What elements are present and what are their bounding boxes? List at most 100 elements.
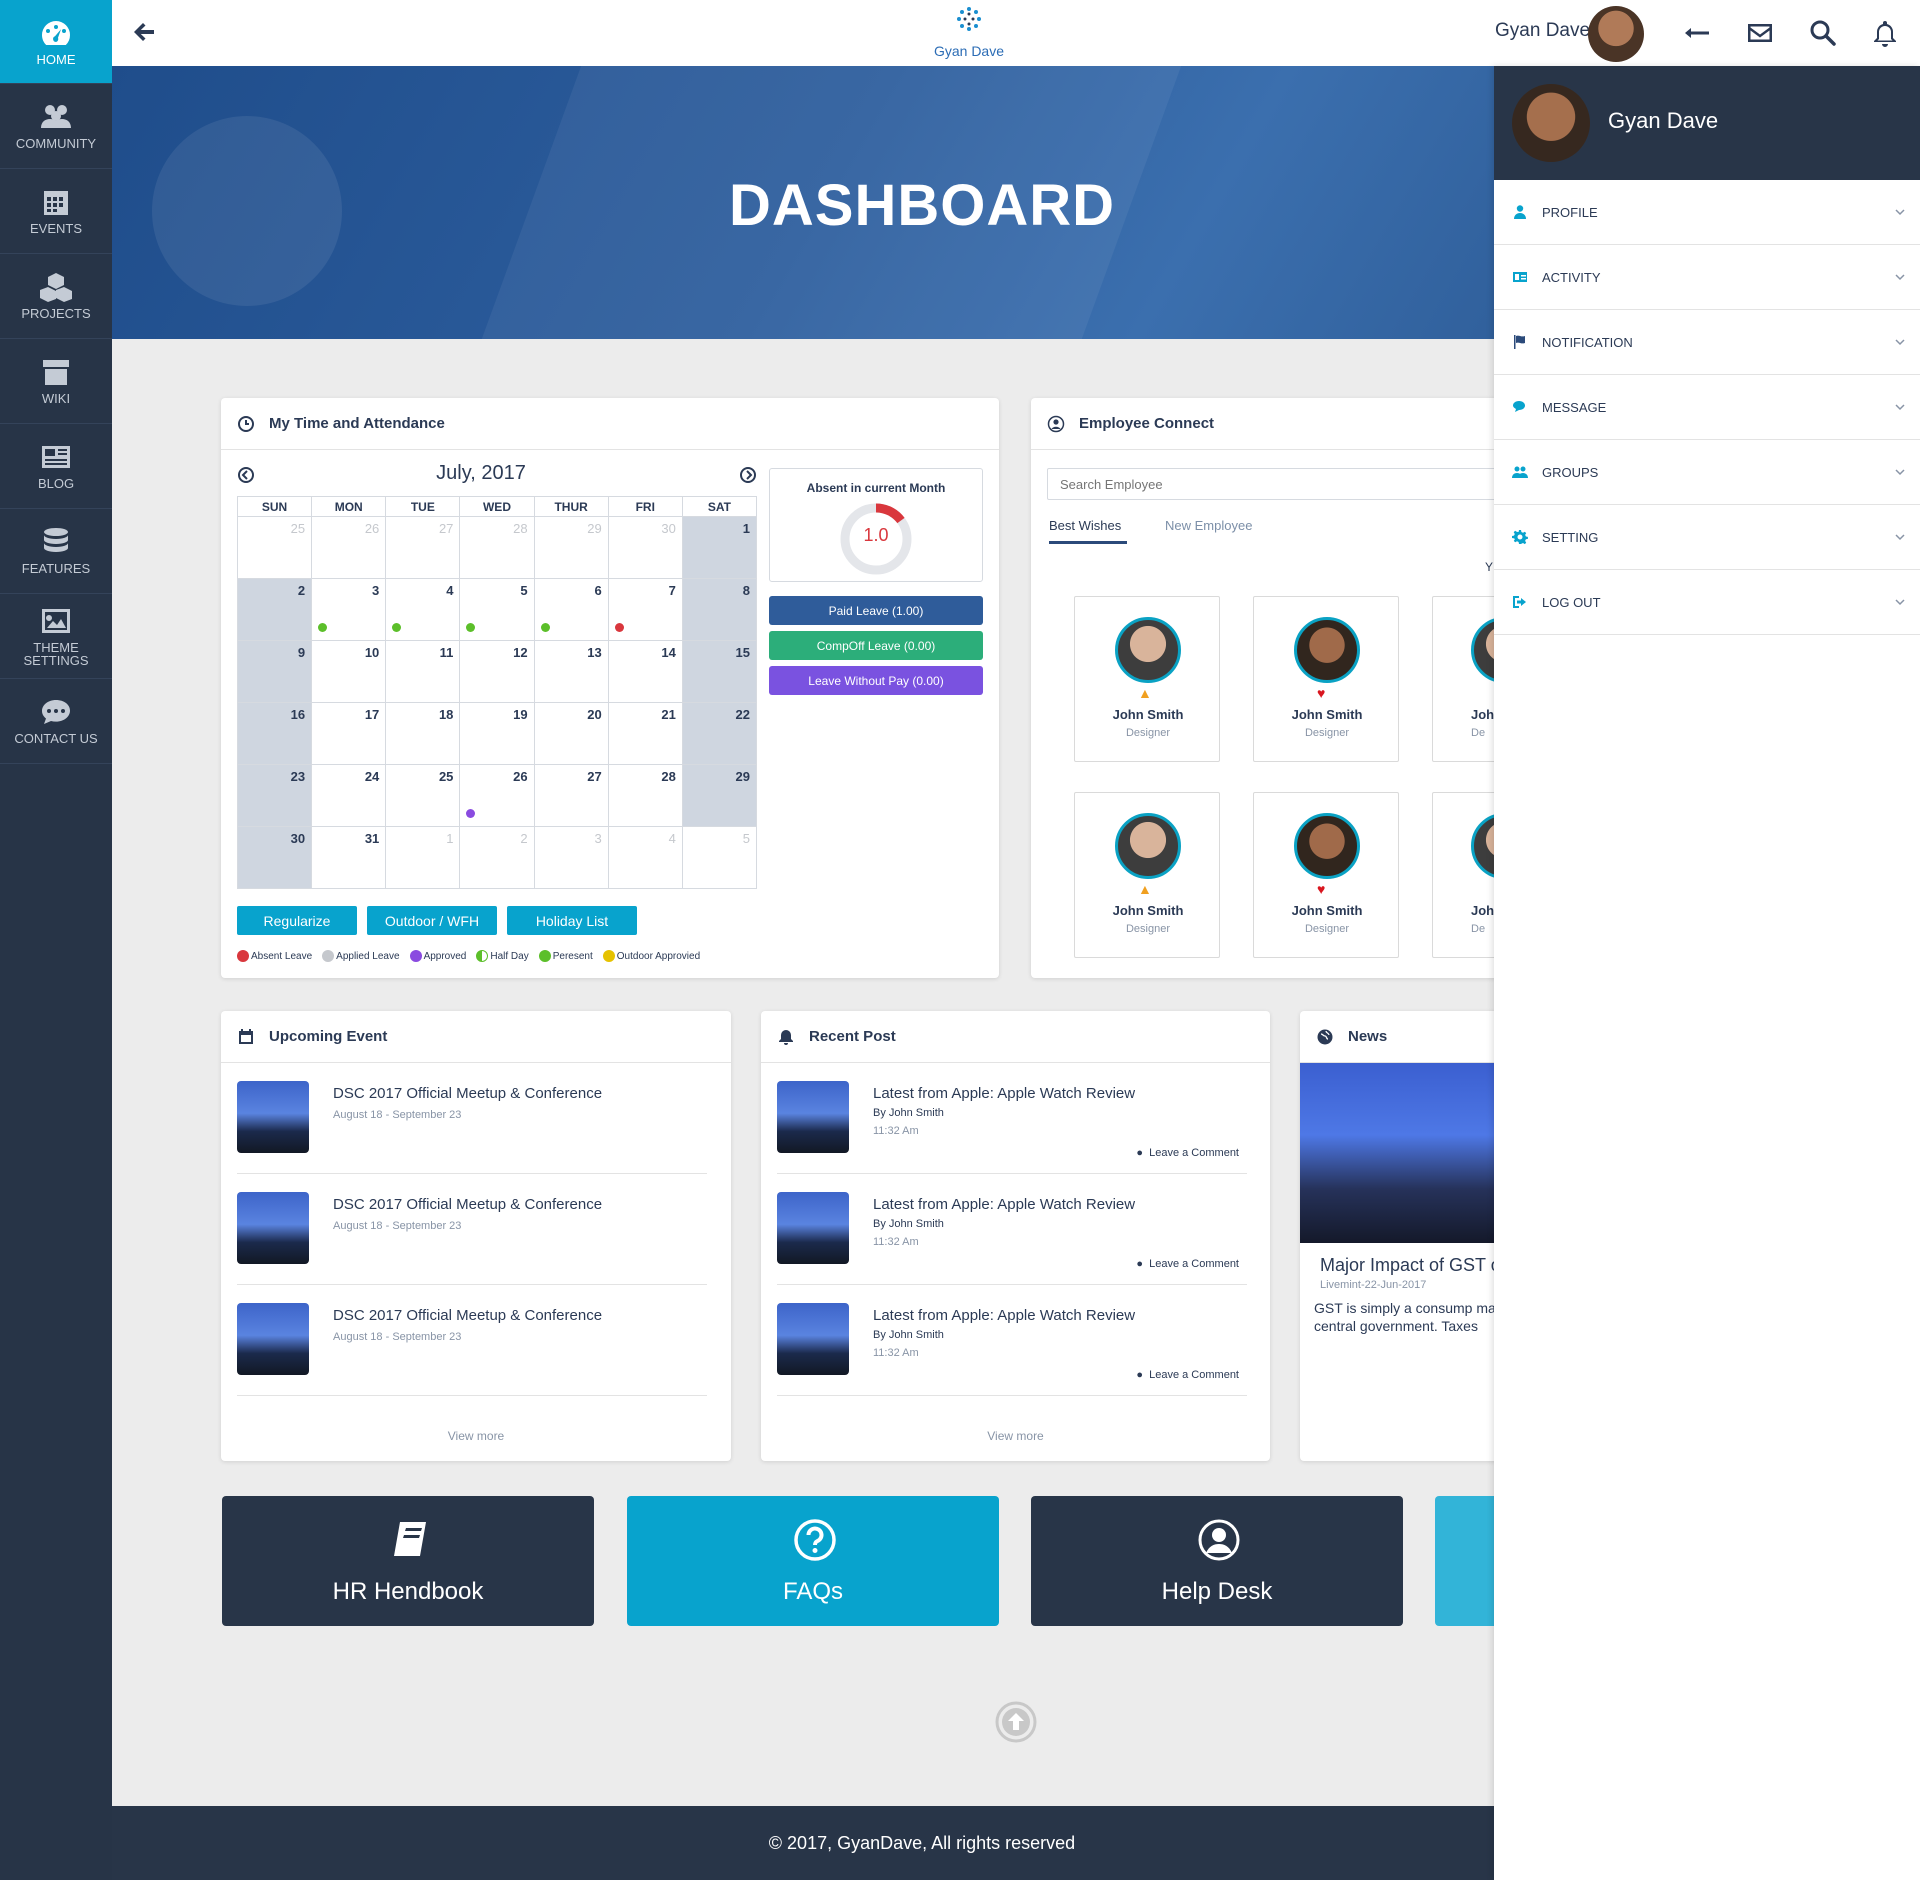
calendar-day[interactable]: 17 <box>311 702 387 765</box>
event-title[interactable]: DSC 2017 Official Meetup & Conference <box>333 1196 602 1213</box>
panel-item-profile[interactable]: PROFILE <box>1494 180 1920 245</box>
help-desk-tile[interactable]: Help Desk <box>1031 1496 1403 1626</box>
paid-leave-button[interactable]: Paid Leave (1.00) <box>769 596 983 625</box>
calendar-day[interactable]: 26 <box>459 764 535 827</box>
outdoor-wfh-button[interactable]: Outdoor / WFH <box>367 906 497 935</box>
scroll-to-top-icon[interactable] <box>994 1700 1038 1744</box>
calendar-day[interactable]: 1 <box>681 516 758 579</box>
calendar-day[interactable]: 8 <box>681 578 758 641</box>
leave-comment-link[interactable]: ● Leave a Comment <box>1136 1369 1239 1381</box>
calendar-day[interactable]: 14 <box>607 640 683 703</box>
calendar-day[interactable]: 26 <box>311 516 387 579</box>
employee-card[interactable]: ▲ John Smith Designer <box>1074 596 1220 762</box>
avatar[interactable] <box>1512 84 1590 162</box>
calendar-day[interactable]: 19 <box>459 702 535 765</box>
sidebar-item-blog[interactable]: BLOG <box>0 424 112 509</box>
calendar-day[interactable]: 1 <box>385 826 461 889</box>
panel-item-message[interactable]: MESSAGE <box>1494 375 1920 440</box>
employee-card[interactable]: ▲ John Smith Designer <box>1074 792 1220 958</box>
calendar-day[interactable]: 20 <box>533 702 609 765</box>
calendar-day[interactable]: 18 <box>385 702 461 765</box>
holiday-list-button[interactable]: Holiday List <box>507 906 637 935</box>
calendar-day[interactable]: 3 <box>533 826 609 889</box>
sidebar-item-community[interactable]: COMMUNITY <box>0 84 112 169</box>
event-item[interactable]: DSC 2017 Official Meetup & Conference Au… <box>237 1063 707 1174</box>
calendar-day[interactable]: 22 <box>681 702 758 765</box>
calendar-day[interactable]: 4 <box>385 578 461 641</box>
event-item[interactable]: DSC 2017 Official Meetup & Conference Au… <box>237 1174 707 1285</box>
search-icon[interactable] <box>1808 18 1838 48</box>
calendar-day[interactable]: 15 <box>681 640 758 703</box>
calendar-day[interactable]: 21 <box>607 702 683 765</box>
bell-icon[interactable] <box>1870 18 1900 48</box>
sidebar-item-theme-settings[interactable]: THEME SETTINGS <box>0 594 112 679</box>
post-title[interactable]: Latest from Apple: Apple Watch Review <box>873 1307 1135 1324</box>
leave-comment-link[interactable]: ● Leave a Comment <box>1136 1258 1239 1270</box>
tab-new-employee[interactable]: New Employee <box>1165 518 1252 533</box>
search-employee-input[interactable] <box>1047 468 1547 500</box>
avatar[interactable] <box>1588 6 1644 62</box>
calendar-day[interactable]: 2 <box>236 578 313 641</box>
calendar-day[interactable]: 24 <box>311 764 387 827</box>
panel-item-activity[interactable]: ACTIVITY <box>1494 245 1920 310</box>
post-item[interactable]: Latest from Apple: Apple Watch Review By… <box>777 1285 1247 1396</box>
logo[interactable]: Gyan Dave <box>924 6 1014 59</box>
calendar-day[interactable]: 23 <box>236 764 313 827</box>
calendar-day[interactable]: 30 <box>236 826 313 889</box>
compoff-leave-button[interactable]: CompOff Leave (0.00) <box>769 631 983 660</box>
sidebar-item-events[interactable]: EVENTS <box>0 169 112 254</box>
calendar-day[interactable]: 12 <box>459 640 535 703</box>
calendar-day[interactable]: 25 <box>236 516 313 579</box>
calendar-day[interactable]: 2 <box>459 826 535 889</box>
sidebar-item-features[interactable]: FEATURES <box>0 509 112 594</box>
employee-card[interactable]: ♥ John Smith Designer <box>1253 792 1399 958</box>
view-more-link[interactable]: View more <box>221 1429 731 1443</box>
calendar-day[interactable]: 11 <box>385 640 461 703</box>
envelope-icon[interactable] <box>1745 18 1775 48</box>
post-title[interactable]: Latest from Apple: Apple Watch Review <box>873 1196 1135 1213</box>
panel-item-groups[interactable]: GROUPS <box>1494 440 1920 505</box>
calendar-day[interactable]: 4 <box>607 826 683 889</box>
arrow-left-icon[interactable] <box>132 20 156 44</box>
sidebar-item-contact-us[interactable]: CONTACT US <box>0 679 112 764</box>
sidebar-item-projects[interactable]: PROJECTS <box>0 254 112 339</box>
regularize-button[interactable]: Regularize <box>237 906 357 935</box>
hr-handbook-tile[interactable]: HR Hendbook <box>222 1496 594 1626</box>
user-name[interactable]: Gyan Dave <box>1495 20 1590 42</box>
calendar-day[interactable]: 27 <box>385 516 461 579</box>
calendar-day[interactable]: 5 <box>681 826 758 889</box>
calendar-day[interactable]: 6 <box>533 578 609 641</box>
view-more-link[interactable]: View more <box>761 1429 1270 1443</box>
calendar-day[interactable]: 27 <box>533 764 609 827</box>
post-item[interactable]: Latest from Apple: Apple Watch Review By… <box>777 1174 1247 1285</box>
event-item[interactable]: DSC 2017 Official Meetup & Conference Au… <box>237 1285 707 1396</box>
calendar-day[interactable]: 28 <box>459 516 535 579</box>
faqs-tile[interactable]: FAQs <box>627 1496 999 1626</box>
leave-comment-link[interactable]: ● Leave a Comment <box>1136 1147 1239 1159</box>
next-month-icon[interactable] <box>739 466 757 484</box>
post-item[interactable]: Latest from Apple: Apple Watch Review By… <box>777 1063 1247 1174</box>
sidebar-item-home[interactable]: HOME <box>0 0 112 84</box>
calendar-day[interactable]: 28 <box>607 764 683 827</box>
arrow-left-long-icon[interactable] <box>1682 18 1712 48</box>
event-title[interactable]: DSC 2017 Official Meetup & Conference <box>333 1307 602 1324</box>
calendar-day[interactable]: 10 <box>311 640 387 703</box>
tab-best-wishes[interactable]: Best Wishes <box>1049 518 1127 544</box>
panel-item-notification[interactable]: NOTIFICATION <box>1494 310 1920 375</box>
calendar-day[interactable]: 16 <box>236 702 313 765</box>
lwp-leave-button[interactable]: Leave Without Pay (0.00) <box>769 666 983 695</box>
post-title[interactable]: Latest from Apple: Apple Watch Review <box>873 1085 1135 1102</box>
calendar-day[interactable]: 7 <box>607 578 683 641</box>
calendar-day[interactable]: 9 <box>236 640 313 703</box>
news-headline[interactable]: Major Impact of GST o <box>1320 1255 1501 1276</box>
panel-item-setting[interactable]: SETTING <box>1494 505 1920 570</box>
calendar-day[interactable]: 13 <box>533 640 609 703</box>
panel-item-logout[interactable]: LOG OUT <box>1494 570 1920 635</box>
sidebar-item-wiki[interactable]: WIKI <box>0 339 112 424</box>
calendar-day[interactable]: 3 <box>311 578 387 641</box>
calendar-day[interactable]: 25 <box>385 764 461 827</box>
calendar-day[interactable]: 29 <box>533 516 609 579</box>
calendar-day[interactable]: 29 <box>681 764 758 827</box>
calendar-day[interactable]: 30 <box>607 516 683 579</box>
employee-card[interactable]: ♥ John Smith Designer <box>1253 596 1399 762</box>
